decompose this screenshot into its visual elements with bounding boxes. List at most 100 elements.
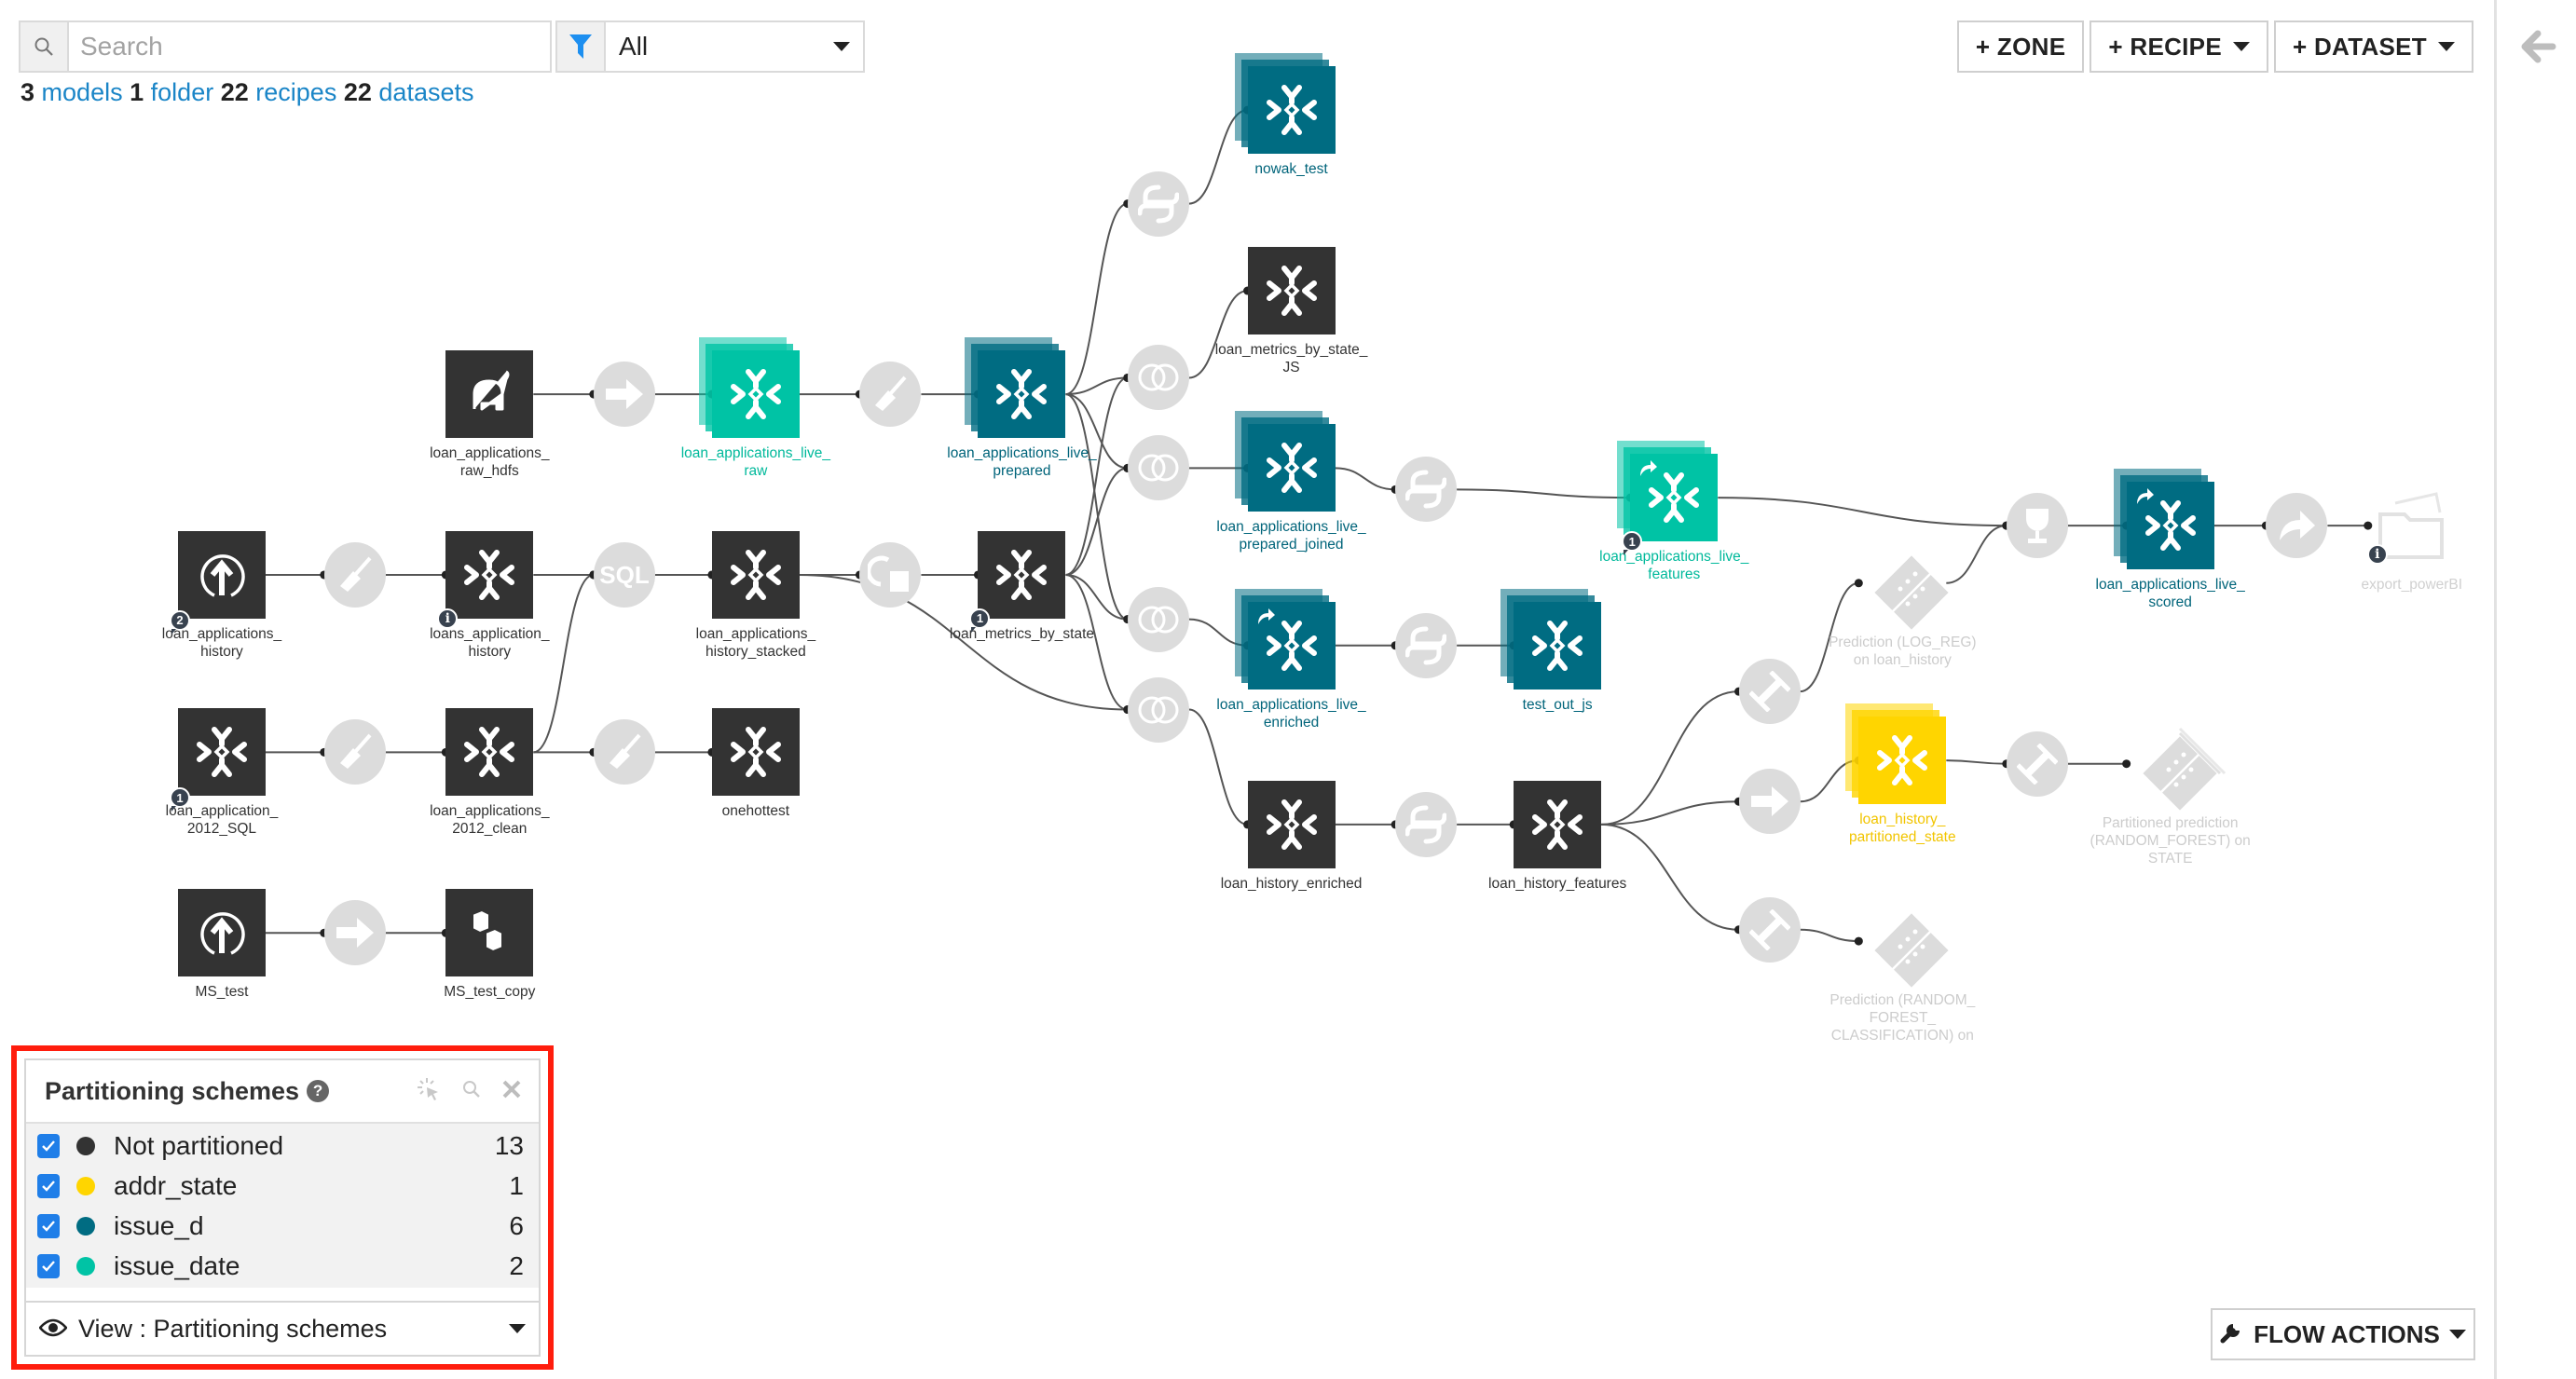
dataset-tile[interactable] <box>445 708 534 797</box>
python-icon[interactable] <box>1395 612 1458 678</box>
info-badge-icon[interactable]: i <box>2366 544 2388 566</box>
dataset-tile[interactable] <box>1234 53 1336 155</box>
sync-arrow-icon[interactable] <box>593 362 655 428</box>
models-link[interactable]: models <box>42 78 123 106</box>
help-icon[interactable]: ? <box>307 1080 330 1102</box>
broom-icon[interactable] <box>323 541 386 608</box>
dataset-tile[interactable] <box>177 708 266 797</box>
node-label[interactable]: loan_applications_live_ prepared <box>914 444 1129 480</box>
node-label[interactable]: loan_applications_ raw_hdfs <box>382 444 596 480</box>
flow-actions-button[interactable]: FLOW ACTIONS <box>2211 1308 2475 1360</box>
scheme-checkbox[interactable] <box>37 1133 60 1158</box>
node-label[interactable]: loan_applications_ 2012_clean <box>382 802 596 838</box>
model-icon[interactable] <box>1865 904 1949 988</box>
dataset-tile[interactable] <box>711 530 800 619</box>
python-icon[interactable] <box>1127 171 1189 237</box>
shared-arrow-icon <box>1255 608 1276 631</box>
node-label[interactable]: loan_applications_live_ scored <box>2063 576 2278 611</box>
node-label[interactable]: loan_applications_live_ enriched <box>1185 696 1399 731</box>
dataset-tile[interactable] <box>1234 411 1336 512</box>
node-label[interactable]: loan_history_ partitioned_state <box>1795 811 2009 846</box>
dumbbell-icon[interactable] <box>1738 659 1801 725</box>
filter-icon[interactable] <box>557 22 606 71</box>
python-icon[interactable] <box>1395 791 1458 857</box>
dataset-tile[interactable] <box>1845 703 1947 805</box>
node-label[interactable]: MS_test <box>115 983 329 1001</box>
node-label[interactable]: onehottest <box>649 802 863 820</box>
select-cursor-icon[interactable] <box>416 1076 442 1107</box>
node-label[interactable]: export_powerBI <box>2305 576 2519 594</box>
dataset-tile[interactable] <box>177 530 266 619</box>
add-zone-button[interactable]: + ZONE <box>1956 20 2085 73</box>
dataset-tile[interactable] <box>1514 780 1602 868</box>
node-label[interactable]: loan_application_ 2012_SQL <box>115 802 329 838</box>
discussion-badge-icon[interactable]: 2 <box>169 609 190 635</box>
node-label[interactable]: nowak_test <box>1185 160 1399 178</box>
dataset-tile[interactable] <box>177 889 266 977</box>
split-icon[interactable] <box>859 541 922 608</box>
view-label: View : Partitioning schemes <box>78 1314 388 1343</box>
python-icon[interactable] <box>1395 457 1458 523</box>
node-label[interactable]: loan_applications_live_ raw <box>649 444 863 480</box>
search-input[interactable] <box>69 22 550 71</box>
node-label[interactable]: Prediction (LOG_REG) on loan_history <box>1795 634 2009 669</box>
dumbbell-icon[interactable] <box>1738 896 1801 963</box>
dumbbell-icon[interactable] <box>2006 730 2068 797</box>
dataset-tile[interactable] <box>2113 469 2214 570</box>
dataset-tile[interactable] <box>445 530 534 619</box>
join-icon[interactable] <box>1127 676 1189 743</box>
view-selector[interactable]: View : Partitioning schemes <box>26 1301 539 1355</box>
dataset-tile[interactable] <box>978 530 1066 619</box>
datasets-link[interactable]: datasets <box>378 78 473 106</box>
node-label[interactable]: loans_application_ history <box>382 625 596 661</box>
join-icon[interactable] <box>1127 435 1189 501</box>
model-icon[interactable] <box>2133 727 2226 811</box>
dataset-tile[interactable] <box>445 350 534 439</box>
add-recipe-button[interactable]: + RECIPE <box>2090 20 2268 73</box>
trophy-icon[interactable] <box>2006 493 2068 559</box>
sync-arrow-icon[interactable] <box>1738 769 1801 835</box>
scheme-checkbox[interactable] <box>37 1173 60 1198</box>
node-label[interactable]: loan_metrics_by_state_ JS <box>1185 341 1399 376</box>
dataset-tile[interactable] <box>1500 588 1602 690</box>
dataset-tile[interactable] <box>711 708 800 797</box>
node-label[interactable]: loan_applications_live_ features <box>1567 548 1781 583</box>
dataset-tile[interactable] <box>445 889 534 977</box>
node-label[interactable]: loan_applications_ history_stacked <box>649 625 863 661</box>
node-label-line: loan_applications_live_ <box>947 445 1097 462</box>
join-icon[interactable] <box>1127 345 1189 411</box>
filter-box: All <box>555 20 865 73</box>
model-icon[interactable] <box>1865 546 1949 630</box>
node-label[interactable]: loan_metrics_by_state <box>914 625 1129 643</box>
join-icon[interactable] <box>1127 586 1189 652</box>
broom-icon[interactable] <box>323 719 386 785</box>
node-label[interactable]: loan_history_enriched <box>1185 875 1399 893</box>
close-icon[interactable] <box>501 1079 522 1104</box>
node-label[interactable]: loan_applications_ history <box>115 625 329 661</box>
snowflake-icon <box>1247 247 1336 335</box>
node-label[interactable]: Prediction (RANDOM_ FOREST_ CLASSIFICATION… <box>1795 991 2009 1044</box>
broom-icon[interactable] <box>593 719 655 785</box>
scheme-checkbox[interactable] <box>37 1253 60 1278</box>
dataset-tile[interactable] <box>1247 247 1336 335</box>
scheme-checkbox[interactable] <box>37 1213 60 1238</box>
dataset-tile[interactable] <box>1247 780 1336 868</box>
node-label[interactable]: MS_test_copy <box>382 983 596 1001</box>
dataset-tile[interactable] <box>1234 588 1336 690</box>
sync-arrow-icon[interactable] <box>323 900 386 966</box>
search-icon[interactable] <box>460 1078 483 1105</box>
folder-link[interactable]: folder <box>151 78 214 106</box>
add-dataset-button[interactable]: + DATASET <box>2273 20 2473 73</box>
node-label[interactable]: loan_applications_live_ prepared_joined <box>1185 518 1399 553</box>
filter-select[interactable]: All <box>606 22 863 71</box>
dataset-tile[interactable] <box>965 337 1066 439</box>
recipes-link[interactable]: recipes <box>255 78 336 106</box>
node-label[interactable]: Partitioned prediction (RANDOM_FOREST) on… <box>2063 814 2278 867</box>
node-label-line: loan_applications_ <box>430 803 550 820</box>
dataset-tile[interactable] <box>698 337 800 439</box>
node-label[interactable]: test_out_js <box>1450 696 1665 714</box>
node-label[interactable]: loan_history_features <box>1450 875 1665 893</box>
dataset-tile[interactable] <box>1617 441 1719 542</box>
back-arrow-icon[interactable] <box>2517 26 2558 67</box>
sql-icon[interactable]: SQL <box>593 541 655 608</box>
